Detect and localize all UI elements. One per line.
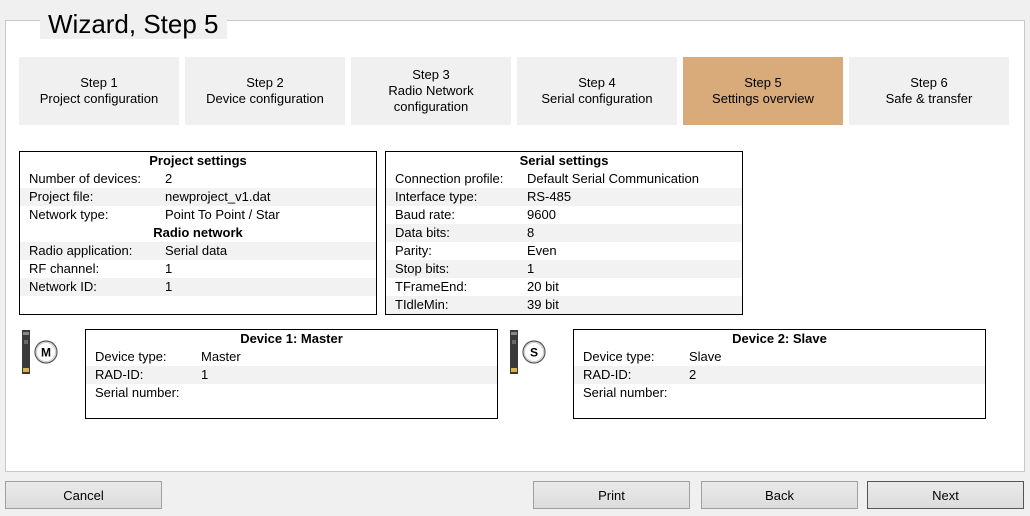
- settings-row: Network type: Point To Point / Star: [20, 206, 376, 224]
- device-row: Serial number:: [86, 384, 497, 402]
- device-2-title: Device 2: Slave: [732, 331, 827, 346]
- device-2-panel: Device 2: Slave Device type: Slave RAD-I…: [573, 329, 986, 419]
- device-row: Device type: Slave: [574, 348, 985, 366]
- row-label: TFrameEnd:: [395, 279, 468, 294]
- step-label: Safe & transfer: [885, 91, 973, 106]
- row-value: 1: [201, 367, 209, 382]
- row-value: Default Serial Communication: [527, 171, 699, 186]
- row-value: Serial data: [165, 243, 228, 258]
- project-settings-title: Project settings: [149, 153, 247, 168]
- device-badge-letter: M: [41, 346, 51, 360]
- step-tab-3[interactable]: Step 3 Radio Network configuration: [351, 57, 511, 125]
- row-label: Device type:: [583, 349, 655, 364]
- print-button[interactable]: Print: [533, 481, 690, 509]
- step-label: Serial configuration: [541, 91, 653, 106]
- project-settings-panel: Project settings Number of devices: 2 Pr…: [19, 151, 377, 315]
- settings-row: Radio application: Serial data: [20, 242, 376, 260]
- step-tab-5[interactable]: Step 5 Settings overview: [683, 57, 843, 125]
- row-value: 2: [165, 171, 173, 186]
- next-button[interactable]: Next: [867, 481, 1024, 509]
- device-row: RAD-ID: 1: [86, 366, 497, 384]
- radio-module-master-icon: M: [22, 330, 58, 374]
- step-number: Step 4: [578, 75, 616, 90]
- row-label: TIdleMin:: [395, 297, 449, 312]
- settings-row: TFrameEnd: 20 bit: [386, 278, 742, 296]
- row-label: Project file:: [29, 189, 94, 204]
- settings-row: Project file: newproject_v1.dat: [20, 188, 376, 206]
- settings-row: Baud rate: 9600: [386, 206, 742, 224]
- row-label: Radio application:: [29, 243, 133, 258]
- settings-row: Interface type: RS-485: [386, 188, 742, 206]
- row-label: Network ID:: [29, 279, 97, 294]
- row-value: 2: [689, 367, 697, 382]
- device-badge-letter: S: [530, 346, 538, 360]
- settings-row: Data bits: 8: [386, 224, 742, 242]
- row-value: Master: [201, 349, 241, 364]
- row-value: RS-485: [527, 189, 572, 204]
- row-value: 8: [527, 225, 535, 240]
- step-label: Device configuration: [206, 91, 324, 106]
- step-number: Step 3: [412, 67, 450, 82]
- step-tab-6[interactable]: Step 6 Safe & transfer: [849, 57, 1009, 125]
- radio-module-slave-icon: S: [510, 330, 546, 374]
- settings-row: Number of devices: 2: [20, 170, 376, 188]
- device-row: RAD-ID: 2: [574, 366, 985, 384]
- device-1-title: Device 1: Master: [240, 331, 343, 346]
- row-label: Baud rate:: [395, 207, 455, 222]
- row-label: Interface type:: [395, 189, 478, 204]
- device-1-panel: Device 1: Master Device type: Master RAD…: [85, 329, 498, 419]
- row-label: RAD-ID:: [583, 367, 632, 382]
- row-value: 1: [165, 261, 173, 276]
- row-label: Network type:: [29, 207, 109, 222]
- settings-row: Network ID: 1: [20, 278, 376, 296]
- device-row: Device type: Master: [86, 348, 497, 366]
- step-tab-1[interactable]: Step 1 Project configuration: [19, 57, 179, 125]
- row-label: Stop bits:: [395, 261, 450, 276]
- step-number: Step 1: [80, 75, 118, 90]
- row-value: Point To Point / Star: [165, 207, 280, 222]
- device-row: Serial number:: [574, 384, 985, 402]
- row-label: Serial number:: [583, 385, 668, 400]
- step-label: Settings overview: [712, 91, 814, 106]
- step-tab-4[interactable]: Step 4 Serial configuration: [517, 57, 677, 125]
- settings-row: Connection profile: Default Serial Commu…: [386, 170, 742, 188]
- back-button[interactable]: Back: [701, 481, 858, 509]
- row-value: Slave: [689, 349, 722, 364]
- row-value: 9600: [527, 207, 556, 222]
- settings-row: TIdleMin: 39 bit: [386, 296, 742, 314]
- settings-row: Parity: Even: [386, 242, 742, 260]
- step-tab-2[interactable]: Step 2 Device configuration: [185, 57, 345, 125]
- serial-settings-title: Serial settings: [519, 153, 609, 168]
- cancel-button[interactable]: Cancel: [5, 481, 162, 509]
- row-label: Data bits:: [395, 225, 450, 240]
- step-label: Project configuration: [39, 91, 159, 106]
- step-label-line2: configuration: [393, 99, 469, 114]
- row-value: 39 bit: [527, 297, 559, 312]
- radio-network-title: Radio network: [153, 225, 243, 240]
- row-label: Serial number:: [95, 385, 180, 400]
- settings-row: RF channel: 1: [20, 260, 376, 278]
- row-value: newproject_v1.dat: [165, 189, 271, 204]
- row-value: 20 bit: [527, 279, 559, 294]
- serial-settings-panel: Serial settings Connection profile: Defa…: [385, 151, 743, 315]
- row-label: Device type:: [95, 349, 167, 364]
- wizard-title: Wizard, Step 5: [40, 9, 227, 39]
- row-value: 1: [165, 279, 173, 294]
- row-value: 1: [527, 261, 535, 276]
- step-number: Step 5: [744, 75, 782, 90]
- row-label: RAD-ID:: [95, 367, 144, 382]
- row-label: RF channel:: [29, 261, 100, 276]
- row-value: Even: [527, 243, 557, 258]
- row-label: Number of devices:: [29, 171, 141, 186]
- step-number: Step 2: [246, 75, 284, 90]
- step-number: Step 6: [910, 75, 948, 90]
- step-label: Radio Network: [388, 83, 474, 98]
- row-label: Connection profile:: [395, 171, 504, 186]
- settings-row: Stop bits: 1: [386, 260, 742, 278]
- row-label: Parity:: [395, 243, 432, 258]
